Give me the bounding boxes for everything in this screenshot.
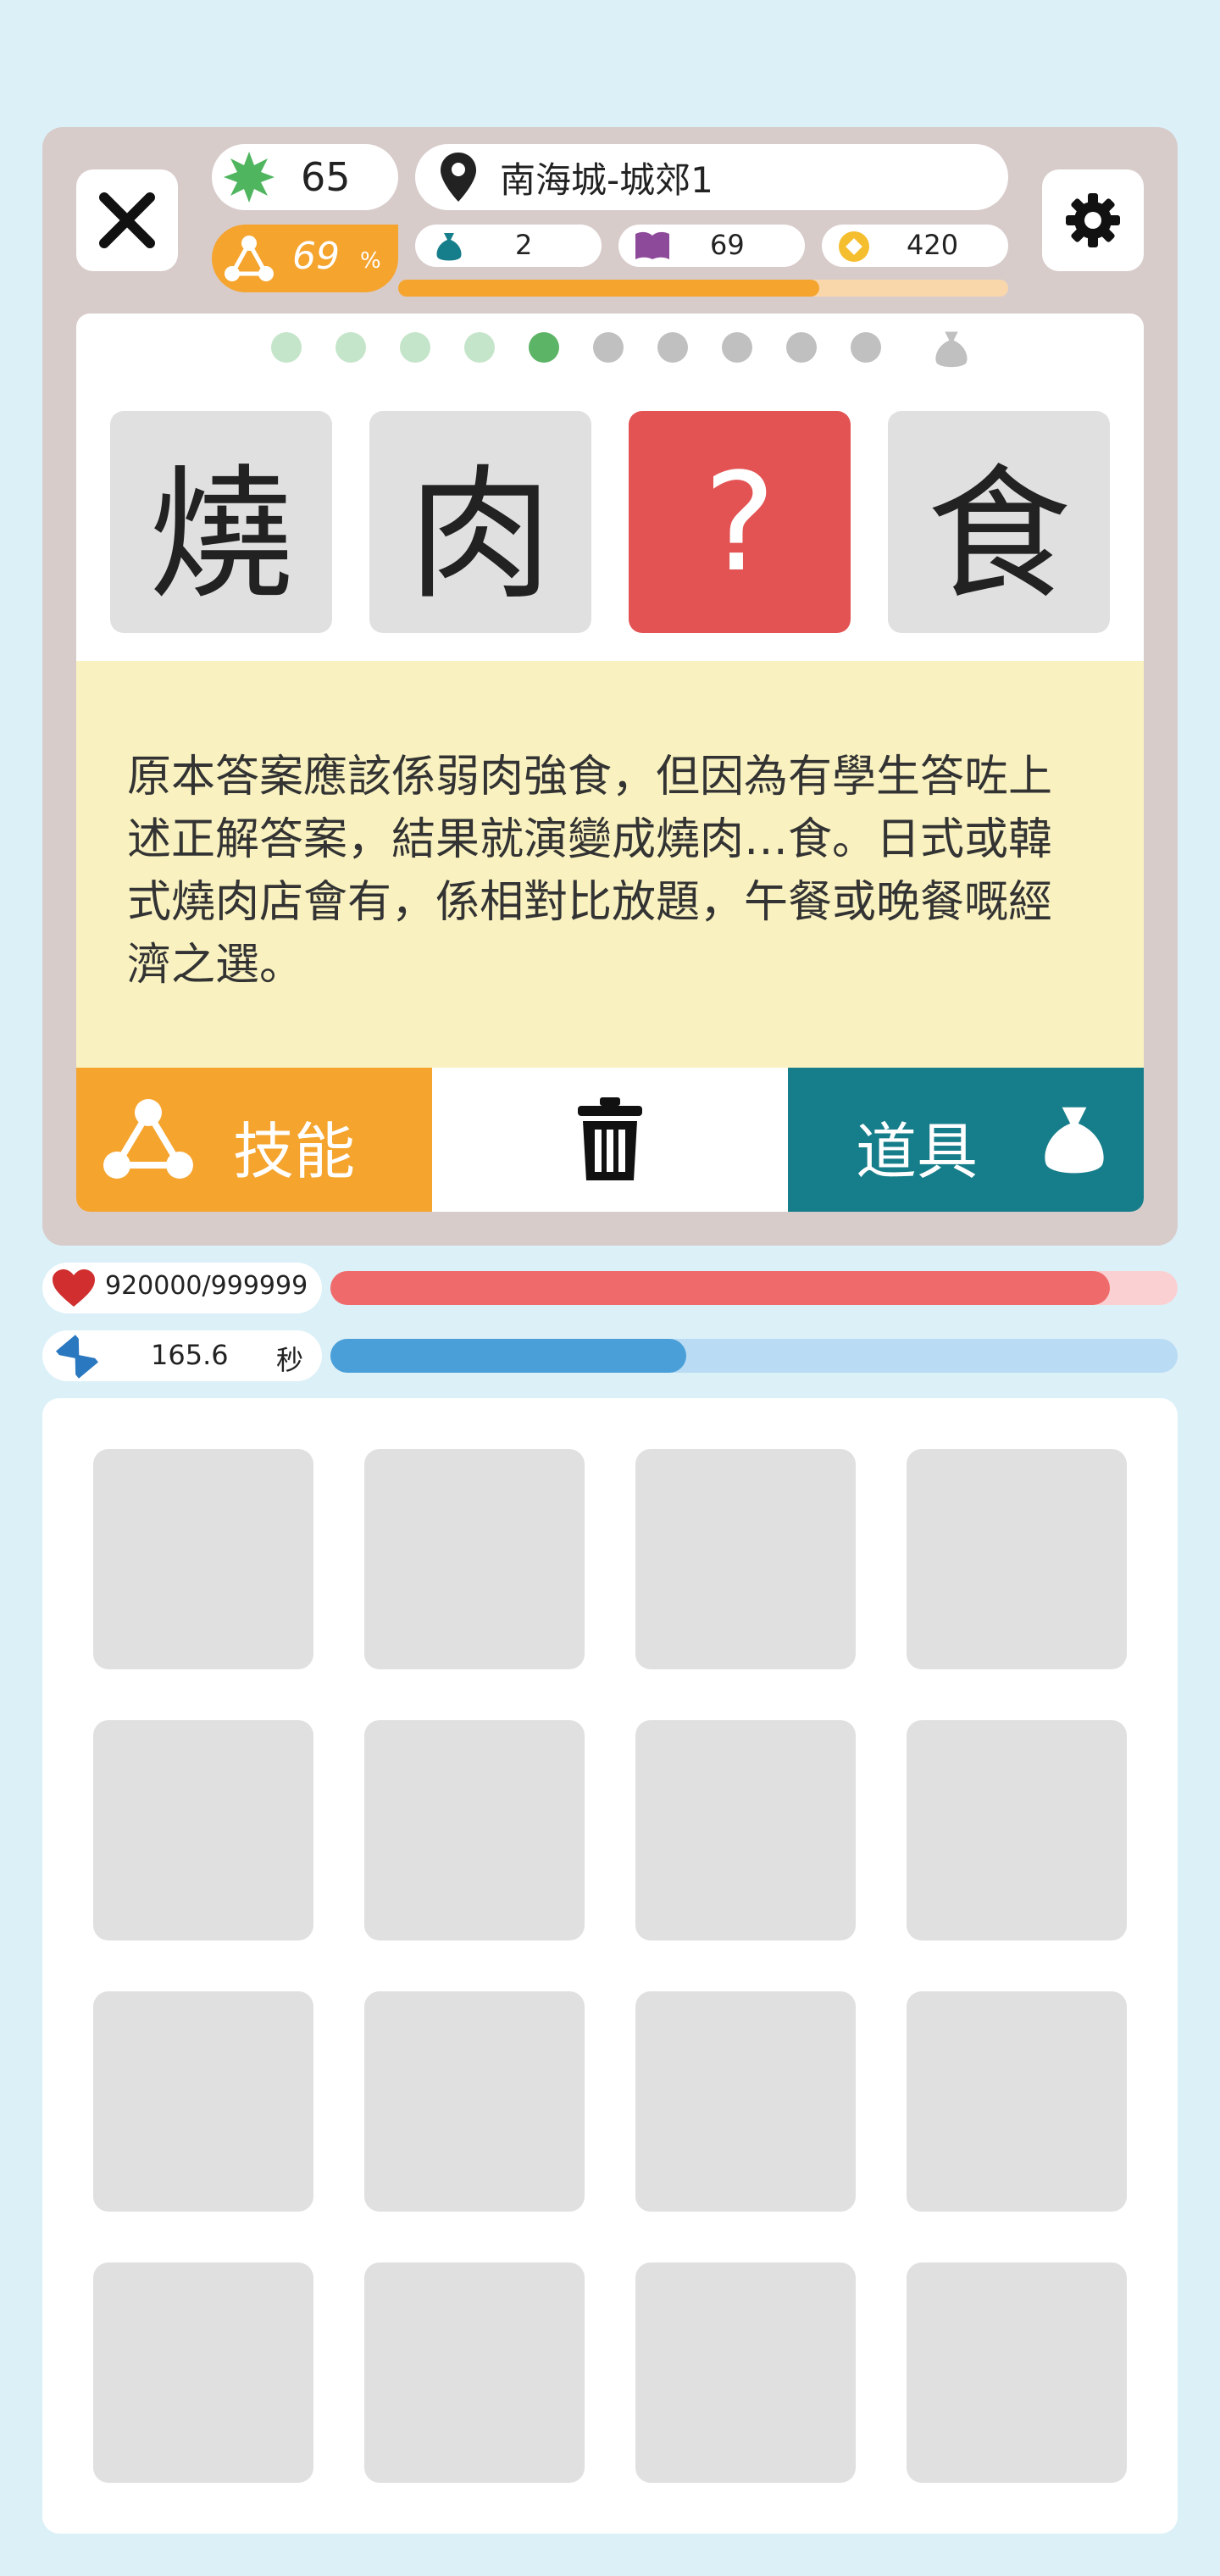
triangle-nodes-icon <box>103 1099 193 1179</box>
time-bar-fill <box>330 1339 686 1373</box>
coin-count: 420 <box>907 229 959 261</box>
hp-max: 999999 <box>210 1271 308 1301</box>
bag-count-pill: 2 <box>415 225 602 267</box>
time-bar <box>330 1339 1178 1373</box>
book-icon <box>635 231 669 259</box>
character-slot[interactable] <box>364 2262 585 2483</box>
character-slot[interactable] <box>93 1720 313 1940</box>
progress-dot <box>400 332 430 363</box>
character-slot[interactable] <box>635 2262 856 2483</box>
bag-icon <box>935 331 968 368</box>
answer-tile-2[interactable]: 肉 <box>369 411 591 633</box>
location-pin-icon <box>441 153 476 202</box>
question-description: 原本答案應該係弱肉強食，但因為有學生答咗上述正解答案，結果就演變成燒肉…食。日式… <box>76 661 1144 1068</box>
location-pill[interactable]: 南海城-城郊1 <box>415 144 1008 210</box>
heart-icon <box>53 1269 95 1307</box>
character-slot[interactable] <box>364 1991 585 2212</box>
progress-dot <box>722 332 752 363</box>
character-slot[interactable] <box>635 1720 856 1940</box>
hp-pill: 920000/999999 <box>42 1263 322 1313</box>
progress-dot <box>529 332 559 363</box>
hourglass-icon <box>56 1335 98 1379</box>
character-slot[interactable] <box>635 1991 856 2212</box>
time-pill: 165.6 秒 <box>42 1330 322 1381</box>
hp-current: 920000 <box>105 1271 202 1301</box>
question-progress-dots <box>271 330 915 364</box>
character-slot[interactable] <box>364 1720 585 1940</box>
character-slot[interactable] <box>93 1991 313 2212</box>
skill-button[interactable]: 技能 <box>76 1068 432 1212</box>
hp-bar-fill <box>330 1271 1110 1305</box>
question-card: 燒 肉 ? 食 原本答案應該係弱肉強食，但因為有學生答咗上述正解答案，結果就演變… <box>76 314 1144 1212</box>
answer-tile-blank[interactable]: ? <box>629 411 851 633</box>
skill-percent-pill: 69 % <box>212 225 398 292</box>
skill-percent-unit: % <box>360 248 381 274</box>
bag-icon <box>1045 1107 1104 1174</box>
character-slot[interactable] <box>635 1449 856 1669</box>
level-value: 65 <box>301 154 351 200</box>
action-buttons: 技能 道具 <box>76 1068 1144 1212</box>
progress-dot <box>786 332 817 363</box>
bag-count: 2 <box>515 229 533 261</box>
book-count-pill: 69 <box>618 225 805 267</box>
character-slot[interactable] <box>907 2262 1127 2483</box>
coin-count-pill: 420 <box>822 225 1008 267</box>
coin-icon <box>839 231 869 262</box>
settings-button[interactable] <box>1042 169 1144 271</box>
skill-progress-bar <box>398 280 1008 297</box>
gear-icon <box>1066 193 1120 247</box>
skill-percent-value: 69 <box>292 235 340 278</box>
location-name: 南海城-城郊1 <box>500 158 713 201</box>
triangle-nodes-icon <box>225 236 274 281</box>
level-pill: 65 <box>212 144 398 210</box>
character-slot[interactable] <box>93 2262 313 2483</box>
progress-dot <box>851 332 881 363</box>
answer-tile-4[interactable]: 食 <box>888 411 1110 633</box>
trash-icon <box>578 1097 642 1180</box>
hp-bar <box>330 1271 1178 1305</box>
character-grid <box>42 1398 1178 2534</box>
skill-progress-fill <box>398 280 819 297</box>
character-slot[interactable] <box>364 1449 585 1669</box>
top-panel: 65 南海城-城郊1 69 % 2 69 420 燒 肉 ? 食 原本答案應該係… <box>42 127 1178 1246</box>
progress-dot <box>464 332 495 363</box>
progress-dot <box>657 332 688 363</box>
progress-dot <box>336 332 366 363</box>
item-button-label: 道具 <box>856 1116 979 1187</box>
close-icon <box>99 192 155 248</box>
character-slot[interactable] <box>907 1991 1127 2212</box>
book-count: 69 <box>710 229 745 261</box>
star-icon <box>224 152 274 203</box>
progress-dot <box>271 332 302 363</box>
time-value: 165.6 <box>151 1339 229 1371</box>
time-unit: 秒 <box>276 1344 304 1376</box>
trash-button[interactable] <box>432 1068 788 1212</box>
progress-dot <box>593 332 624 363</box>
character-slot[interactable] <box>907 1449 1127 1669</box>
bag-icon <box>436 233 462 261</box>
item-button[interactable]: 道具 <box>788 1068 1144 1212</box>
close-button[interactable] <box>76 169 178 271</box>
skill-button-label: 技能 <box>233 1116 356 1187</box>
character-slot[interactable] <box>93 1449 313 1669</box>
character-slot[interactable] <box>907 1720 1127 1940</box>
answer-tile-1[interactable]: 燒 <box>110 411 332 633</box>
